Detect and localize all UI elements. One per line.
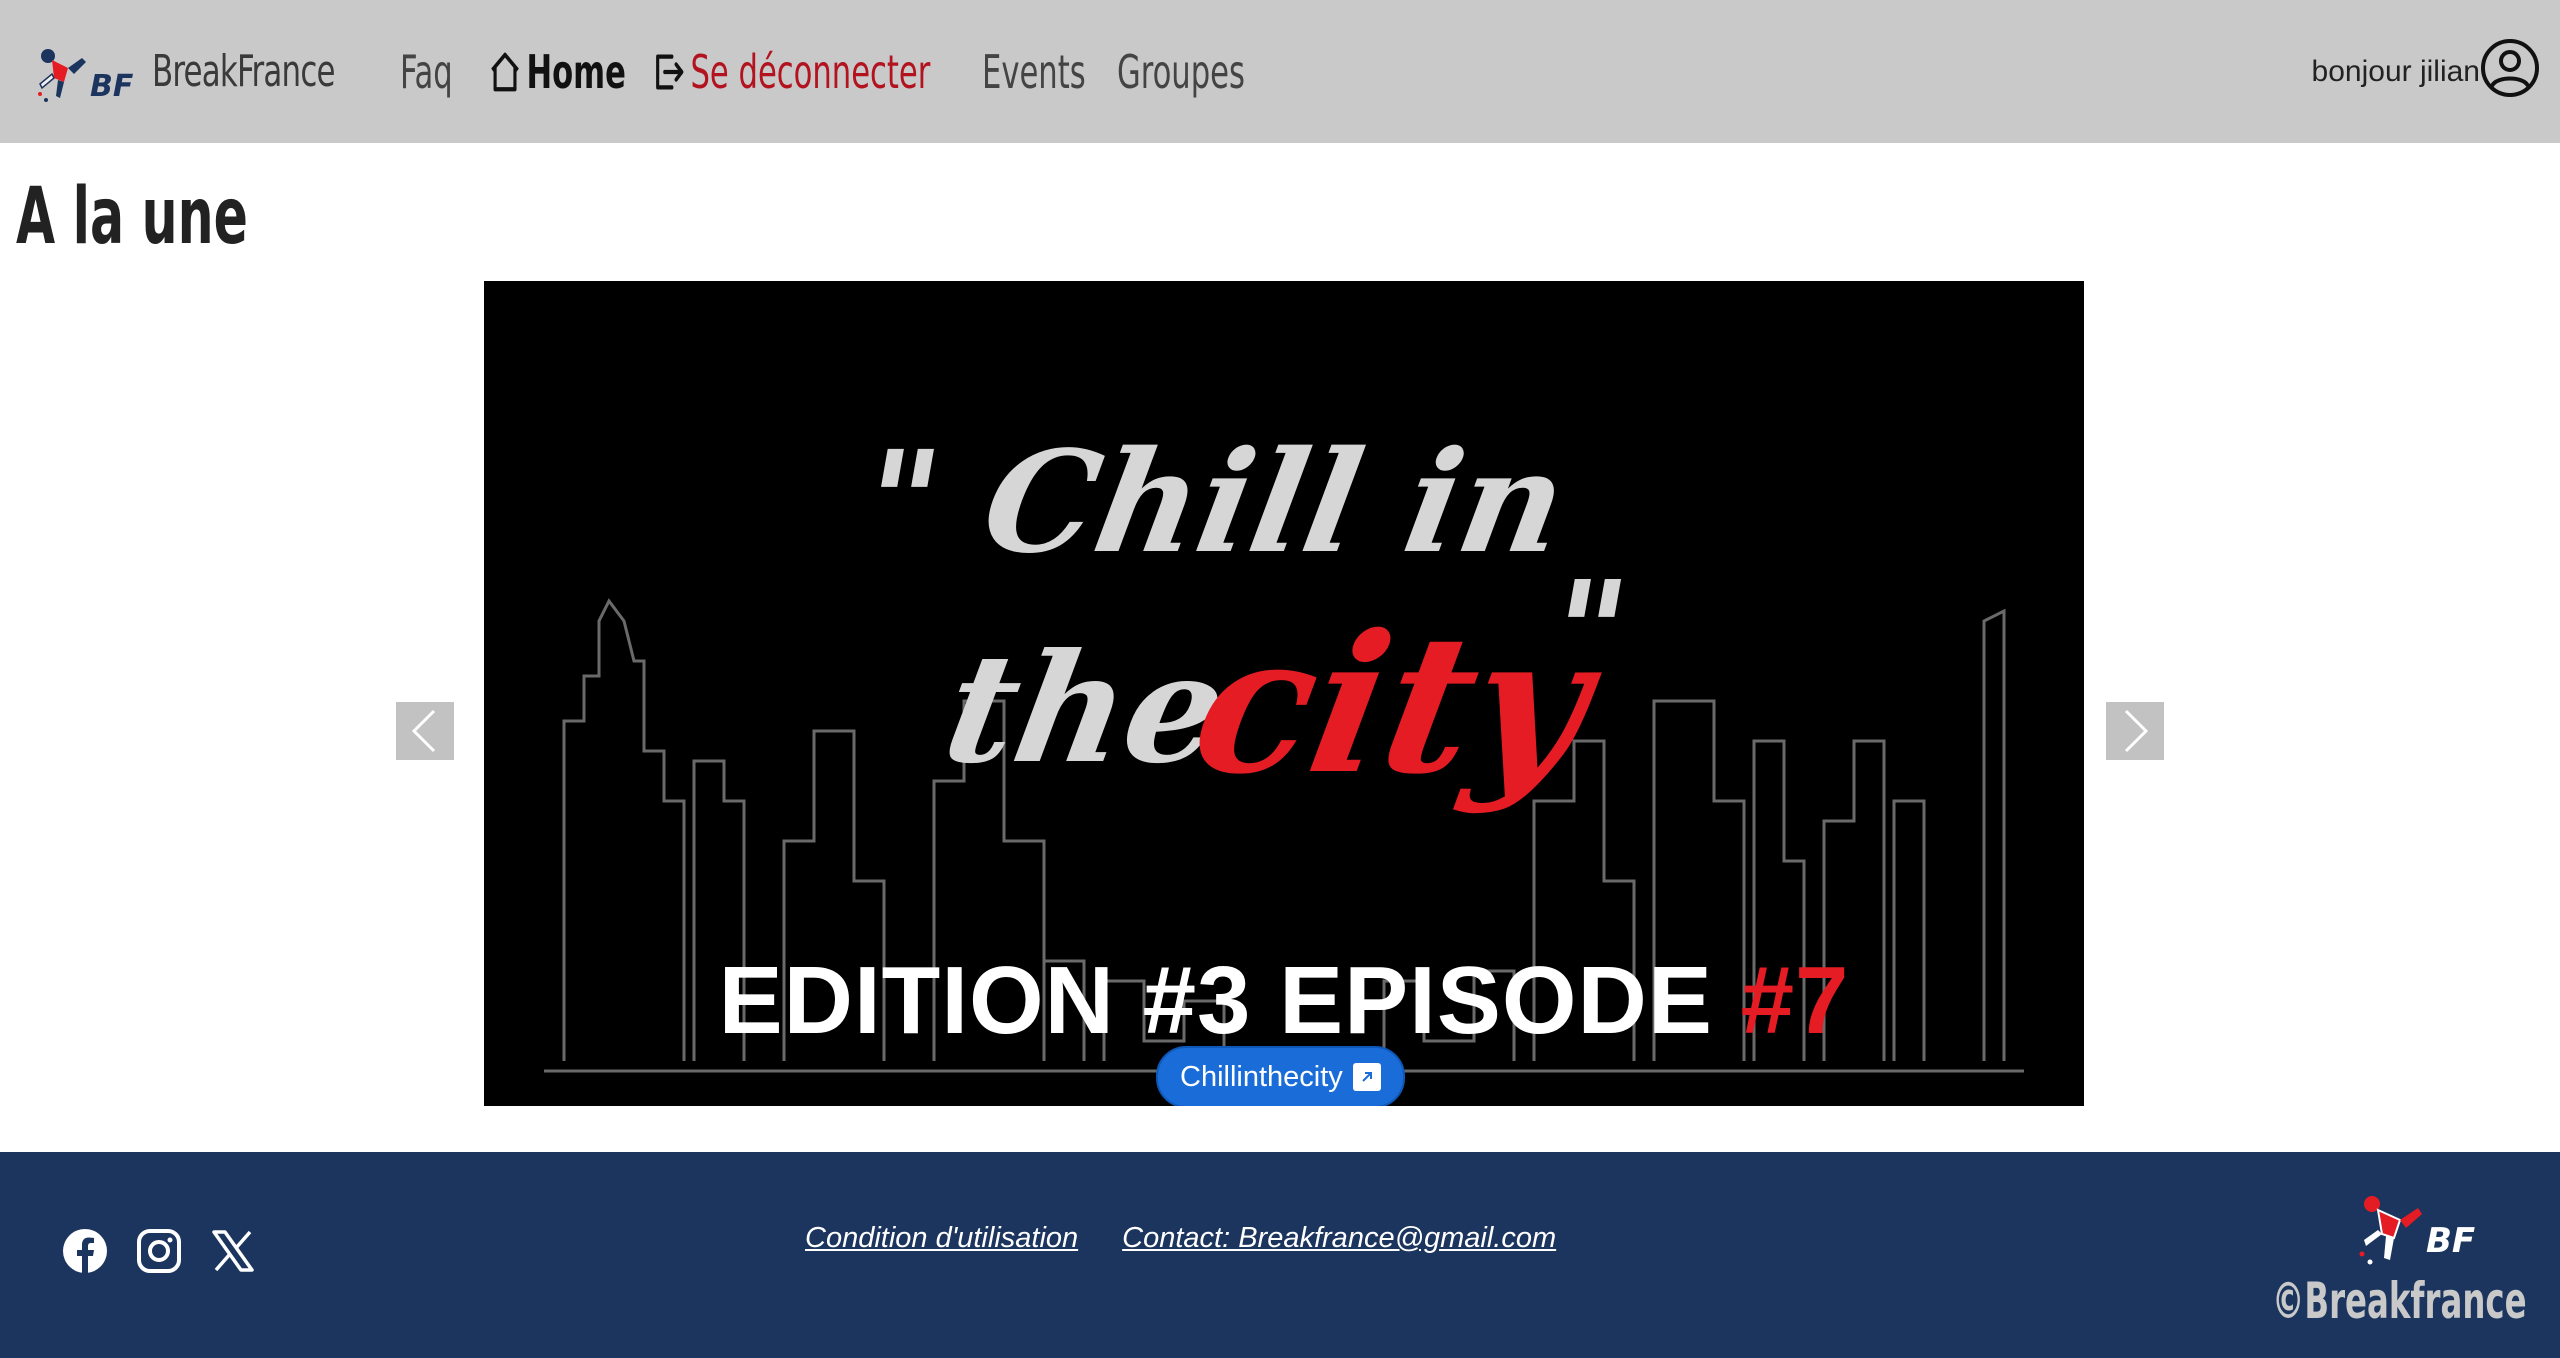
slide-title-line1: " Chill in	[850, 421, 1577, 585]
slide-title-close: "	[1538, 551, 1640, 715]
svg-text:BF: BF	[90, 69, 134, 104]
footer-brand: BF ©Breakfrance	[2272, 1184, 2532, 1344]
slide-edition-number: #7	[1740, 947, 1850, 1054]
carousel-prev-button[interactable]	[396, 702, 454, 760]
x-icon[interactable]	[210, 1228, 256, 1274]
user-avatar-icon[interactable]	[2480, 38, 2540, 98]
user-greeting: bonjour jilian	[2311, 55, 2480, 88]
nav-events[interactable]: Events	[982, 45, 1086, 99]
external-link-icon	[1352, 1063, 1381, 1091]
nav-logout[interactable]: Se déconnecter	[652, 45, 930, 99]
footer-breakfrance-logo: BF	[2359, 1196, 2475, 1265]
brand-link[interactable]: BF BreakFrance	[34, 38, 386, 104]
slide-edition-text: EDITION #3 EPISODE #7	[484, 946, 2084, 1056]
nav-groupes[interactable]: Groupes	[1117, 45, 1245, 99]
slide-link-label: Chillinthecity	[1180, 1060, 1343, 1093]
nav-events-label: Events	[982, 45, 1086, 99]
featured-carousel[interactable]: " Chill in the city " EDITION #3 EPISODE…	[484, 281, 2084, 1106]
footer: Condition d'utilisation Contact: Breakfr…	[0, 1152, 2560, 1358]
slide-link-badge[interactable]: Chillinthecity	[1156, 1046, 1405, 1106]
nav-home-label: Home	[526, 45, 626, 99]
social-links	[62, 1228, 256, 1274]
nav-faq-label: Faq	[400, 45, 453, 99]
footer-links: Condition d'utilisation Contact: Breakfr…	[805, 1222, 1556, 1255]
home-icon	[488, 49, 522, 95]
instagram-icon[interactable]	[136, 1228, 182, 1274]
chevron-left-icon	[411, 709, 436, 753]
nav-faq[interactable]: Faq	[400, 45, 453, 99]
slide-edition-label: EDITION #3 EPISODE	[718, 947, 1741, 1054]
chevron-right-icon	[2124, 709, 2149, 753]
svg-text:BF: BF	[2426, 1221, 2475, 1261]
navbar: BF BreakFrance Faq Home Se déconnecter E…	[0, 0, 2560, 143]
footer-copyright: ©Breakfrance	[2272, 1272, 2527, 1330]
nav-logout-label: Se déconnecter	[690, 45, 931, 99]
logout-icon	[652, 49, 686, 95]
terms-link[interactable]: Condition d'utilisation	[805, 1222, 1078, 1255]
nav-groupes-label: Groupes	[1117, 45, 1245, 99]
contact-link[interactable]: Contact: Breakfrance@gmail.com	[1122, 1222, 1556, 1255]
facebook-icon[interactable]	[62, 1228, 108, 1274]
section-title: A la une	[16, 172, 248, 262]
brand-name: BreakFrance	[152, 45, 336, 97]
nav-home[interactable]: Home	[488, 45, 626, 99]
user-menu[interactable]: bonjour jilian	[2312, 38, 2540, 98]
breakfrance-logo: BF	[38, 49, 134, 104]
carousel-next-button[interactable]	[2106, 702, 2164, 760]
